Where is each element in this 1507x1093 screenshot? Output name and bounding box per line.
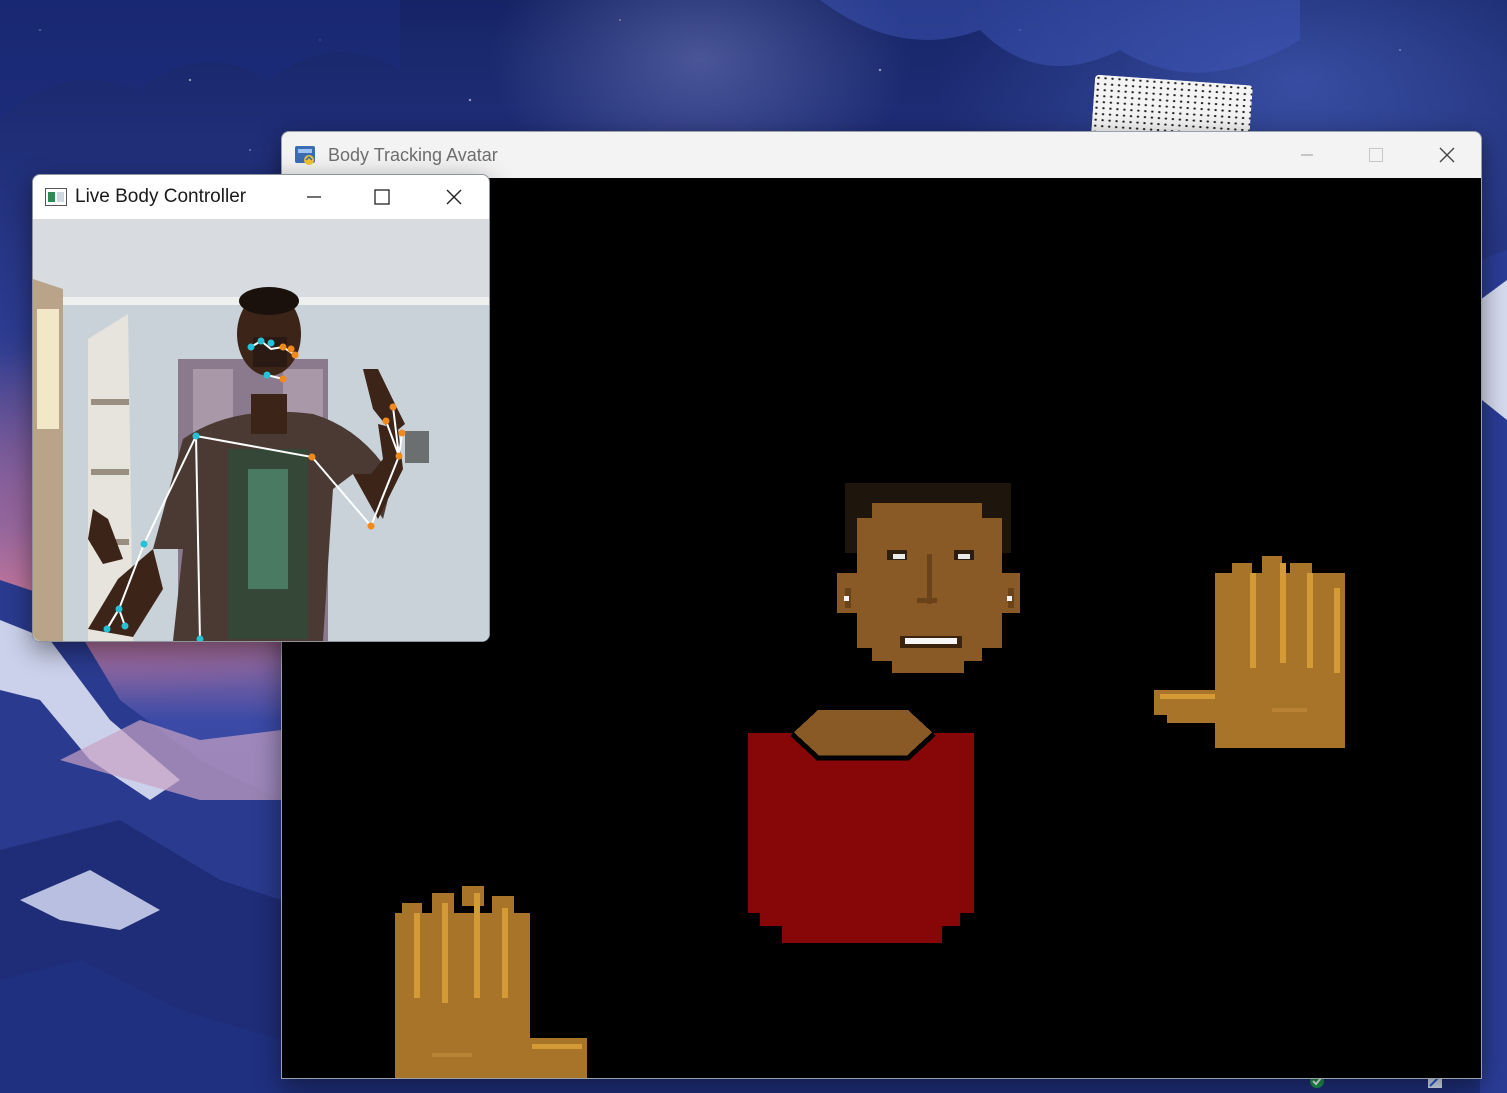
- window-title: Body Tracking Avatar: [328, 144, 498, 165]
- close-button[interactable]: [431, 175, 477, 219]
- close-button[interactable]: [1424, 132, 1470, 178]
- controller-window[interactable]: Live Body Controller: [32, 174, 490, 642]
- maximize-button[interactable]: [359, 175, 405, 219]
- maximize-icon: [1369, 148, 1383, 162]
- webcam-scene: [33, 219, 489, 641]
- minimize-button[interactable]: [1284, 132, 1330, 178]
- camera-feed: [33, 219, 489, 641]
- minimize-icon: [1301, 154, 1313, 156]
- minimize-icon: [307, 196, 321, 198]
- avatar-torso: [748, 710, 974, 943]
- maximize-icon: [374, 189, 390, 205]
- avatar-head: [837, 483, 1020, 673]
- window-title: Live Body Controller: [75, 186, 247, 207]
- python-app-icon: [295, 146, 315, 165]
- avatar-right-glove: [1154, 556, 1345, 748]
- close-icon: [446, 189, 462, 205]
- avatar-window-titlebar[interactable]: Body Tracking Avatar: [282, 132, 1481, 178]
- avatar-left-glove: [395, 886, 587, 1078]
- controller-window-titlebar[interactable]: Live Body Controller: [33, 175, 489, 219]
- opencv-window-icon: [45, 188, 67, 206]
- close-icon: [1439, 147, 1455, 163]
- maximize-button[interactable]: [1353, 132, 1399, 178]
- minimize-button[interactable]: [291, 175, 337, 219]
